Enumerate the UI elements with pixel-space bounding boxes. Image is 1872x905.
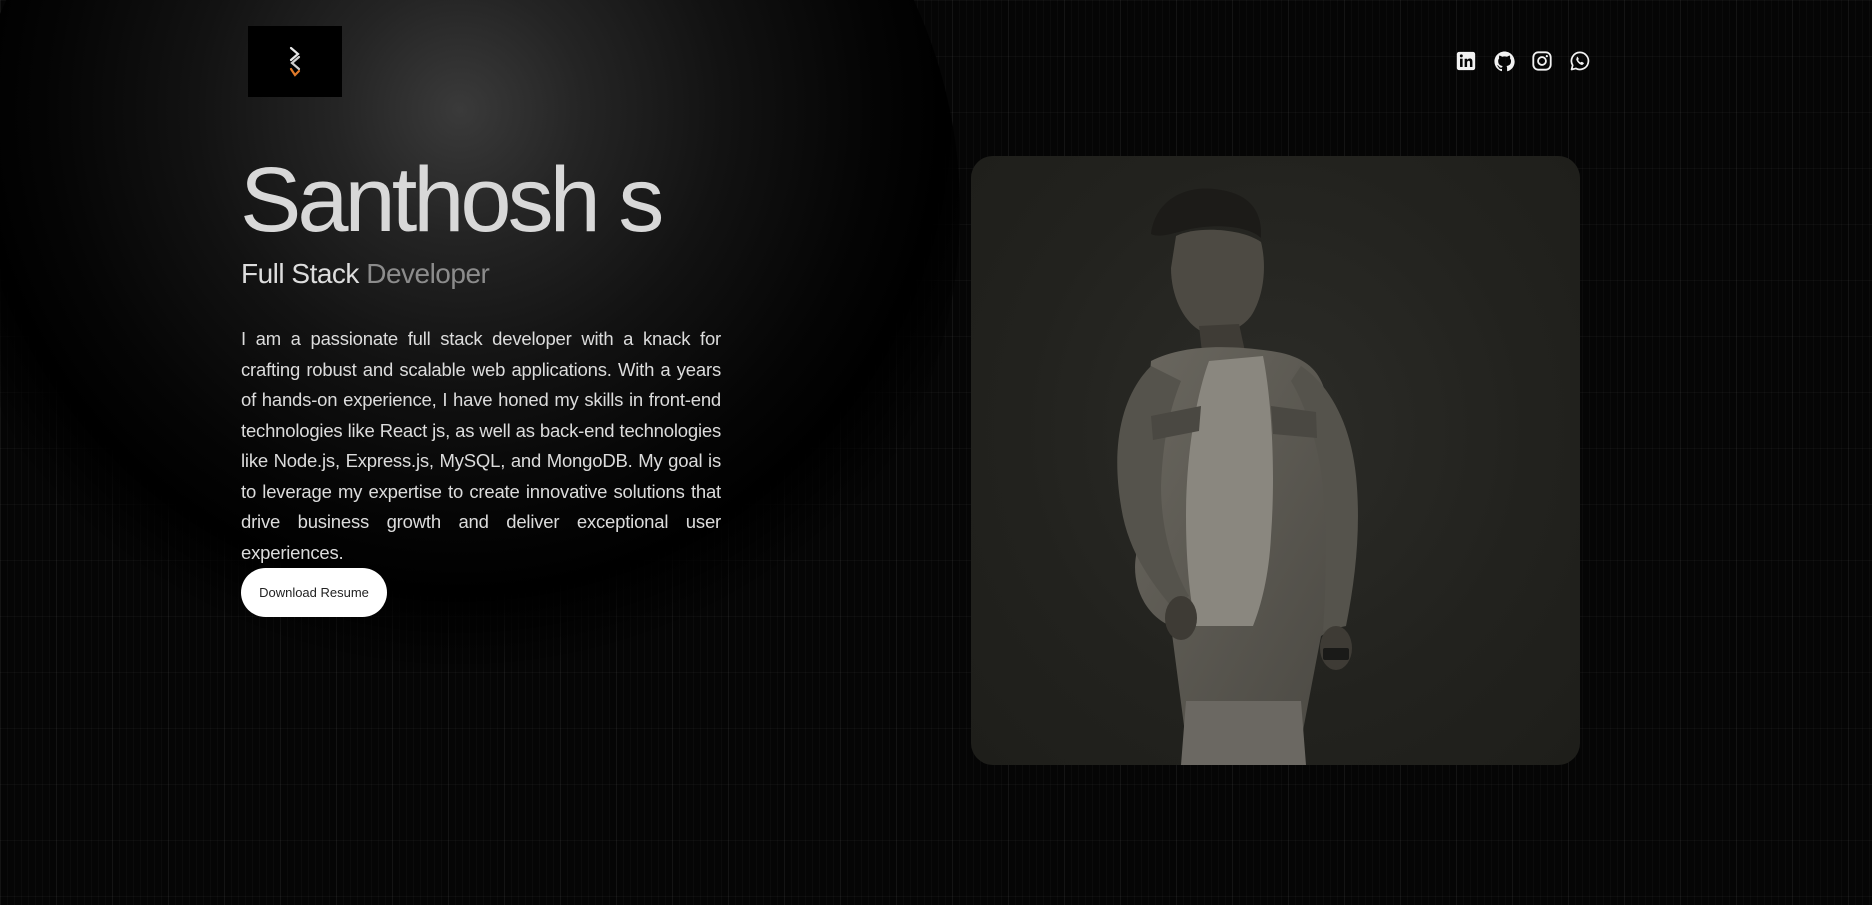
social-links	[1453, 48, 1593, 74]
instagram-link[interactable]	[1529, 48, 1555, 74]
role-secondary: Developer	[366, 258, 490, 289]
profile-photo	[971, 156, 1580, 765]
hero-bio: I am a passionate full stack developer w…	[241, 328, 721, 563]
hero-role: Full Stack Developer	[241, 258, 490, 290]
instagram-icon	[1532, 51, 1552, 71]
logo-mark-icon	[289, 46, 301, 77]
whatsapp-icon	[1570, 51, 1590, 71]
github-link[interactable]	[1491, 48, 1517, 74]
linkedin-link[interactable]	[1453, 48, 1479, 74]
role-primary: Full Stack	[241, 258, 359, 289]
linkedin-icon	[1456, 51, 1476, 71]
site-logo[interactable]	[248, 26, 342, 97]
github-icon	[1493, 50, 1515, 71]
hero-name: Santhosh s	[240, 149, 664, 251]
whatsapp-link[interactable]	[1567, 48, 1593, 74]
download-resume-button[interactable]: Download Resume	[241, 568, 387, 617]
person-silhouette	[1117, 188, 1358, 765]
